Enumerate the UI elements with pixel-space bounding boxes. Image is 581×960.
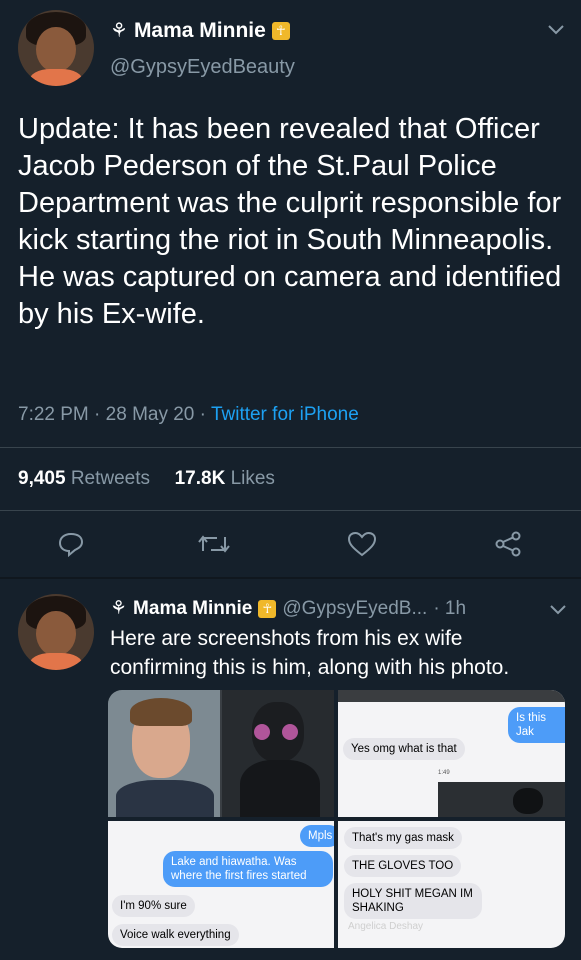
like-icon[interactable] bbox=[347, 531, 377, 562]
handle[interactable]: @GypsyEyedBeauty bbox=[110, 56, 295, 79]
tweet-text: Update: It has been revealed that Office… bbox=[18, 113, 562, 330]
chat-bubble-grey: I'm 90% sure bbox=[112, 895, 195, 917]
section-divider bbox=[0, 577, 581, 579]
chat-bubble-grey: Voice walk everything bbox=[112, 924, 239, 946]
avatar[interactable] bbox=[18, 10, 94, 86]
watermark-text: Angelica Deshay bbox=[348, 921, 424, 932]
status-bar-time: 1:49 bbox=[438, 770, 450, 776]
media-chat-screenshot-1[interactable]: Is this Jak Yes omg what is that 1:49 bbox=[338, 690, 565, 817]
display-name[interactable]: ⚘ Mama Minnie ☥ bbox=[110, 18, 290, 43]
chat-bubble-grey: That's my gas mask bbox=[344, 827, 462, 849]
tweet-stats: 9,405 Retweets 17.8K Likes bbox=[18, 468, 275, 490]
media-photo-man[interactable] bbox=[108, 690, 334, 817]
chat-bubble-blue: Is this Jak bbox=[508, 707, 565, 743]
divider bbox=[0, 447, 581, 448]
reply-header: ⚘ Mama Minnie ☥ @GypsyEyedB... · 1h bbox=[110, 597, 466, 620]
tweet-date: 28 May 20 bbox=[105, 404, 195, 425]
ankh-badge-icon: ☥ bbox=[271, 21, 290, 40]
reply-time: · 1h bbox=[433, 597, 467, 619]
chat-bubble-grey: THE GLOVES TOO bbox=[344, 855, 462, 877]
retweets-stat[interactable]: 9,405 Retweets bbox=[18, 468, 150, 489]
chat-bubble-blue: Mpls bbox=[300, 825, 334, 847]
reply-handle[interactable]: @GypsyEyedB... bbox=[282, 598, 427, 620]
media-grid[interactable]: Is this Jak Yes omg what is that 1:49 Mp… bbox=[108, 690, 565, 948]
media-chat-screenshot-3[interactable]: That's my gas mask THE GLOVES TOO HOLY S… bbox=[338, 821, 565, 948]
reply-avatar[interactable] bbox=[18, 594, 94, 670]
tweet-time: 7:22 PM bbox=[18, 404, 89, 425]
tweet-source-link[interactable]: Twitter for iPhone bbox=[211, 404, 359, 425]
share-icon[interactable] bbox=[494, 531, 522, 562]
divider bbox=[0, 510, 581, 511]
reply-icon[interactable] bbox=[57, 531, 85, 562]
chat-bubble-grey: HOLY SHIT MEGAN IM SHAKING bbox=[344, 883, 482, 919]
display-name-text: Mama Minnie bbox=[133, 18, 266, 42]
retweet-icon[interactable] bbox=[197, 533, 231, 560]
likes-stat[interactable]: 17.8K Likes bbox=[175, 468, 275, 489]
chat-bubble-grey: Yes omg what is that bbox=[343, 738, 465, 760]
chevron-down-icon[interactable] bbox=[550, 602, 566, 620]
reply-text: Here are screenshots from his ex wife co… bbox=[110, 627, 510, 679]
verified-icon: ⚘ bbox=[110, 598, 128, 619]
reply-display-name[interactable]: Mama Minnie bbox=[133, 598, 252, 620]
chat-bubble-blue: Lake and hiawatha. Was where the first f… bbox=[163, 851, 333, 887]
ankh-badge-icon: ☥ bbox=[258, 599, 277, 618]
media-chat-screenshot-2[interactable]: Mpls Lake and hiawatha. Was where the fi… bbox=[108, 821, 334, 948]
verified-icon: ⚘ bbox=[110, 20, 128, 42]
tweet-meta: 7:22 PM · 28 May 20 · Twitter for iPhone bbox=[18, 404, 359, 425]
chevron-down-icon[interactable] bbox=[548, 22, 564, 40]
